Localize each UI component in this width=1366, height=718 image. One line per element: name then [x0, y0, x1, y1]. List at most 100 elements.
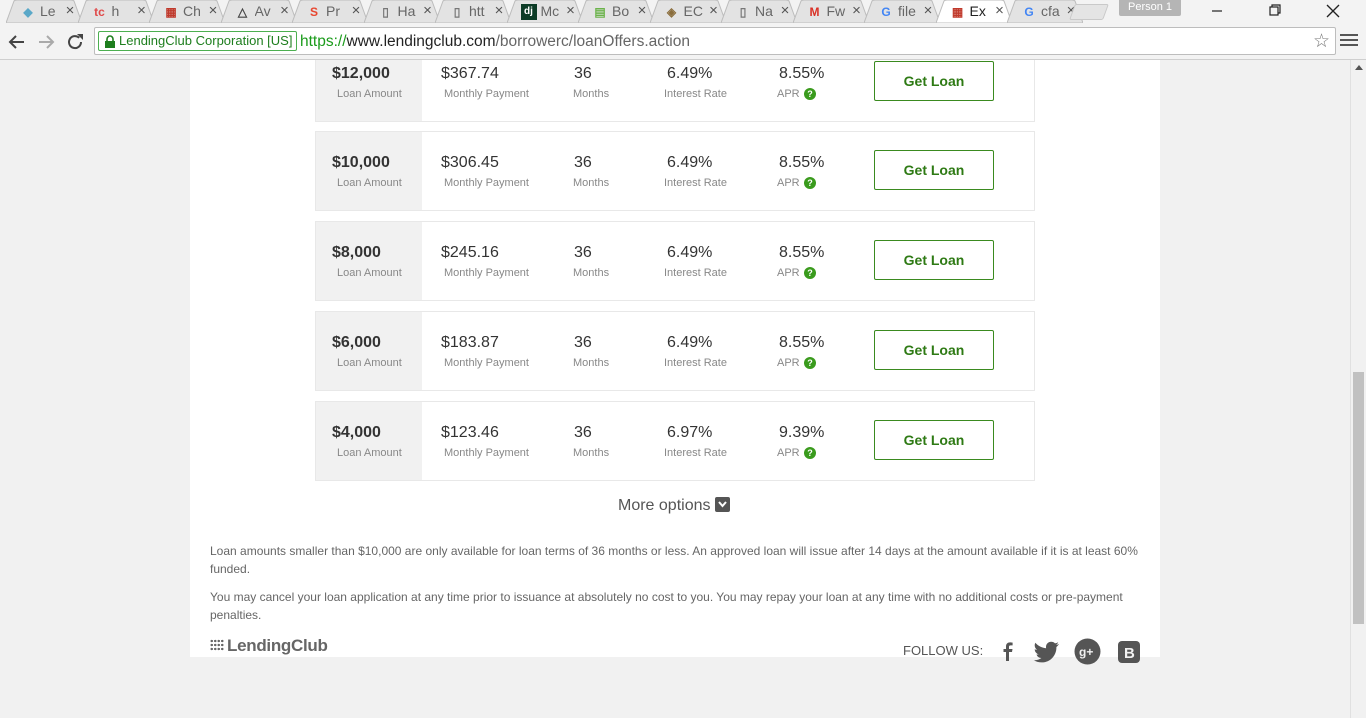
term-label: Months: [573, 88, 610, 100]
monthly-payment-value: $306.45: [441, 154, 499, 171]
browser-tab[interactable]: ◆ Le ×: [6, 0, 82, 23]
ev-certificate-badge[interactable]: LendingClub Corporation [US]: [98, 31, 298, 51]
tab-close-icon[interactable]: ×: [708, 2, 720, 19]
help-icon[interactable]: ?: [804, 177, 816, 189]
tab-title: htt: [469, 3, 485, 19]
interest-rate-label: Interest Rate: [664, 177, 727, 189]
forward-button[interactable]: [35, 31, 57, 53]
tab-title: Mc: [540, 3, 560, 19]
browser-tab[interactable]: ▯ htt ×: [435, 0, 511, 23]
browser-tab[interactable]: M Fw ×: [792, 0, 869, 23]
reload-button[interactable]: [64, 31, 86, 53]
interest-rate-value: 6.49%: [667, 244, 713, 261]
document-icon: ▯: [739, 5, 747, 19]
loan-amount-value: $4,000: [332, 424, 381, 441]
tab-close-icon[interactable]: ×: [279, 2, 291, 19]
tab-close-icon[interactable]: ×: [779, 2, 791, 19]
tab-title: Le: [40, 3, 56, 19]
tab-title: EC: [683, 3, 703, 19]
loan-offer-row: $8,000 Loan Amount $245.16 Monthly Payment 3…: [315, 221, 1035, 301]
twitter-icon[interactable]: [1033, 639, 1061, 663]
get-loan-button[interactable]: Get Loan: [874, 420, 994, 460]
tab-close-icon[interactable]: ×: [922, 2, 934, 19]
interest-rate-value: 6.97%: [667, 424, 713, 441]
google-plus-icon[interactable]: g+: [1074, 638, 1101, 665]
close-window-button[interactable]: [1304, 0, 1362, 22]
get-loan-button[interactable]: Get Loan: [874, 330, 994, 370]
address-bar[interactable]: LendingClub Corporation [US] https://www…: [94, 27, 1336, 55]
tab-close-icon[interactable]: ×: [851, 2, 863, 19]
facebook-icon[interactable]: [996, 639, 1020, 663]
bookmark-star-icon[interactable]: ☆: [1313, 30, 1330, 53]
loan-offers-card: $12,000 Loan Amount $367.74 Monthly Payment…: [190, 60, 1160, 657]
browser-tab[interactable]: ▤ Bo ×: [578, 0, 654, 23]
tab-title: h: [111, 3, 120, 19]
browser-tab[interactable]: ▦ Ex ×: [935, 0, 1012, 23]
restore-button[interactable]: [1246, 0, 1304, 22]
get-loan-button[interactable]: Get Loan: [874, 240, 994, 280]
chrome-menu-button[interactable]: [1340, 31, 1358, 51]
loan-offer-row: $4,000 Loan Amount $123.46 Monthly Payment 3…: [315, 401, 1035, 481]
new-tab-button[interactable]: [1069, 4, 1109, 20]
scrollbar-thumb[interactable]: [1353, 372, 1364, 624]
browser-tab[interactable]: △ Av ×: [220, 0, 297, 23]
tab-close-icon[interactable]: ×: [422, 2, 434, 19]
url-text[interactable]: https://www.lendingclub.com/borrowerc/lo…: [300, 33, 690, 51]
help-icon[interactable]: ?: [804, 357, 816, 369]
scroll-up-arrow-icon[interactable]: [1355, 65, 1363, 70]
tab-title: cfa: [1041, 3, 1060, 19]
browser-tab[interactable]: tc h ×: [77, 0, 154, 23]
document-icon: ▯: [382, 5, 389, 19]
restore-icon: [1269, 4, 1281, 16]
browser-tab[interactable]: ▯ Ha ×: [363, 0, 440, 23]
browser-tab[interactable]: dj Mc ×: [506, 0, 583, 23]
tab-close-icon[interactable]: ×: [636, 2, 648, 19]
minimize-icon: [1212, 10, 1222, 12]
url-host: www.lendingclub.com: [346, 33, 496, 50]
back-button[interactable]: [6, 31, 28, 53]
tab-close-icon[interactable]: ×: [493, 2, 505, 19]
help-icon[interactable]: ?: [804, 447, 816, 459]
tc-icon: tc: [94, 5, 105, 19]
get-loan-button[interactable]: Get Loan: [874, 150, 994, 190]
chevron-down-icon: [714, 497, 730, 512]
svg-text:B: B: [1124, 645, 1135, 662]
term-label: Months: [573, 177, 610, 189]
browser-tab[interactable]: Gfile ×: [864, 0, 940, 23]
tab-close-icon[interactable]: ×: [207, 2, 219, 19]
apr-label: APR: [777, 267, 800, 279]
loan-amount-label: Loan Amount: [337, 88, 402, 100]
vertical-scrollbar[interactable]: [1350, 60, 1366, 718]
loan-amount-label: Loan Amount: [337, 447, 402, 459]
tab-close-icon[interactable]: ×: [350, 2, 362, 19]
apr-value: 8.55%: [779, 154, 825, 171]
browser-tab[interactable]: ▯ Na ×: [721, 0, 797, 23]
term-label: Months: [573, 447, 610, 459]
monthly-payment-value: $123.46: [441, 424, 499, 441]
blog-icon[interactable]: B: [1117, 640, 1141, 664]
tab-title: Ch: [183, 3, 201, 19]
minimize-button[interactable]: [1188, 0, 1246, 22]
tab-close-icon[interactable]: ×: [136, 2, 148, 19]
browser-tab[interactable]: ◈ EC ×: [649, 0, 726, 23]
browser-tab[interactable]: ▦ Ch ×: [149, 0, 225, 23]
tab-close-icon[interactable]: ×: [64, 2, 76, 19]
lendingclub-logo[interactable]: LendingClub: [210, 636, 328, 656]
tab-title: Bo: [612, 3, 630, 19]
logo-text: LendingClub: [227, 636, 328, 655]
grid-icon: ▦: [165, 5, 177, 19]
monthly-payment-label: Monthly Payment: [444, 447, 529, 459]
profile-button[interactable]: Person 1: [1119, 0, 1181, 16]
help-icon[interactable]: ?: [804, 267, 816, 279]
browser-tab[interactable]: S Pr ×: [292, 0, 368, 23]
logo-grid-icon: [210, 639, 224, 651]
loan-amount-label: Loan Amount: [337, 357, 402, 369]
help-icon[interactable]: ?: [804, 88, 816, 100]
more-options-toggle[interactable]: More options: [618, 497, 730, 515]
get-loan-button[interactable]: Get Loan: [874, 61, 994, 101]
tab-close-icon[interactable]: ×: [994, 2, 1006, 19]
monthly-payment-value: $245.16: [441, 244, 499, 261]
tab-close-icon[interactable]: ×: [565, 2, 577, 19]
apr-label: APR: [777, 88, 800, 100]
interest-rate-label: Interest Rate: [664, 357, 727, 369]
